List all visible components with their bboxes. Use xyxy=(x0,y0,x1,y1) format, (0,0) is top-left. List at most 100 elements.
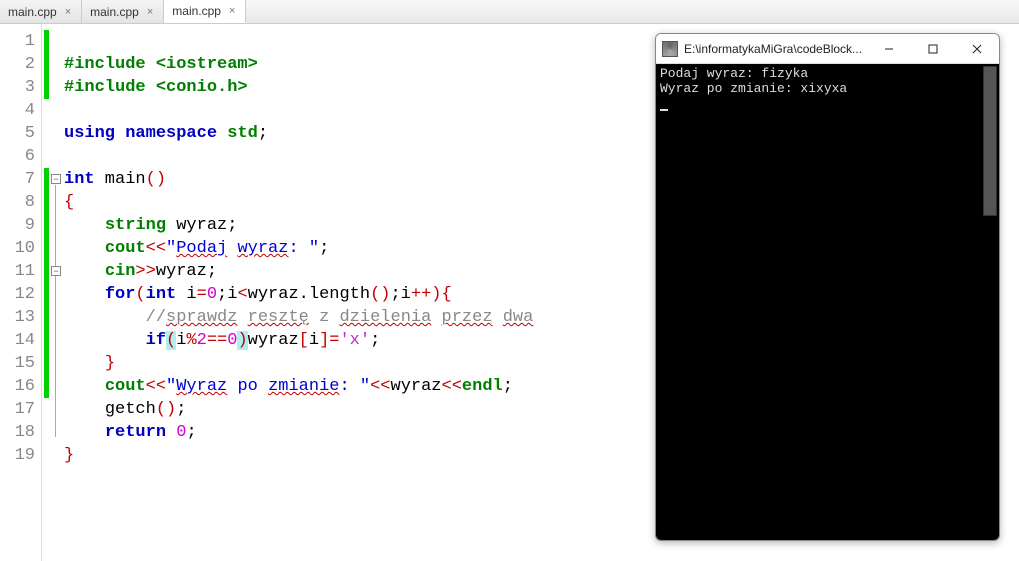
line-number: 12 xyxy=(0,283,35,306)
code-text: ; xyxy=(319,239,329,258)
line-number: 2 xyxy=(0,53,35,76)
code-text: [ xyxy=(299,331,309,350)
code-text: = xyxy=(197,285,207,304)
code-text: return xyxy=(105,423,166,442)
code-text: z xyxy=(309,308,340,327)
line-number: 14 xyxy=(0,329,35,352)
code-text: main xyxy=(95,170,146,189)
code-text: sprawdz xyxy=(166,308,237,327)
line-number: 17 xyxy=(0,398,35,421)
code-text: namespace xyxy=(125,124,217,143)
console-titlebar[interactable]: E:\informatykaMiGra\codeBlock... xyxy=(656,34,999,64)
code-text: = xyxy=(329,331,339,350)
code-text xyxy=(493,308,503,327)
line-number: 7 xyxy=(0,168,35,191)
scrollbar[interactable] xyxy=(983,66,997,216)
code-text: } xyxy=(105,354,115,373)
code-text: ( xyxy=(166,331,176,350)
code-text: ;i xyxy=(390,285,410,304)
code-text: " xyxy=(166,239,176,258)
code-text: ) xyxy=(431,285,441,304)
code-text: 0 xyxy=(207,285,217,304)
code-text: 2 xyxy=(197,331,207,350)
console-output[interactable]: Podaj wyraz: fizykaWyraz po zmianie: xix… xyxy=(656,64,999,540)
code-text: i xyxy=(309,331,319,350)
line-number: 16 xyxy=(0,375,35,398)
fold-guide xyxy=(55,185,56,437)
code-text: ;i xyxy=(217,285,237,304)
line-number: 4 xyxy=(0,99,35,122)
tab-main-cpp-1[interactable]: main.cpp × xyxy=(0,0,82,23)
tab-main-cpp-3[interactable]: main.cpp × xyxy=(164,0,246,23)
fold-toggle[interactable]: − xyxy=(51,174,61,184)
code-text: int xyxy=(64,170,95,189)
close-icon xyxy=(972,44,982,54)
console-line: Wyraz po zmianie: xixyxa xyxy=(660,81,995,96)
maximize-button[interactable] xyxy=(911,34,955,64)
code-text: () xyxy=(156,400,176,419)
code-text: std xyxy=(227,124,258,143)
code-text: ) xyxy=(237,331,247,350)
minimize-icon xyxy=(884,44,894,54)
code-text: wyraz; xyxy=(156,262,217,281)
code-text xyxy=(227,239,237,258)
close-button[interactable] xyxy=(955,34,999,64)
code-text: == xyxy=(207,331,227,350)
change-marker xyxy=(44,168,49,398)
code-text: ; xyxy=(370,331,380,350)
maximize-icon xyxy=(928,44,938,54)
code-text: ( xyxy=(135,285,145,304)
line-number: 11 xyxy=(0,260,35,283)
code-text: #include <iostream> xyxy=(64,55,258,74)
code-text: >> xyxy=(135,262,155,281)
code-text: ++ xyxy=(411,285,431,304)
code-text: cout xyxy=(105,239,146,258)
line-number: 1 xyxy=(0,30,35,53)
code-text: : " xyxy=(339,377,370,396)
code-text: 0 xyxy=(227,331,237,350)
code-text: { xyxy=(442,285,452,304)
minimize-button[interactable] xyxy=(867,34,911,64)
tab-main-cpp-2[interactable]: main.cpp × xyxy=(82,0,164,23)
code-text: 'x' xyxy=(339,331,370,350)
code-text: Podaj xyxy=(176,239,227,258)
code-text: using xyxy=(64,124,115,143)
code-text: ; xyxy=(258,124,268,143)
line-number: 19 xyxy=(0,444,35,467)
close-icon[interactable]: × xyxy=(63,6,73,18)
code-text: for xyxy=(105,285,136,304)
line-gutter: 1 2 3 4 5 6 7 8 9 10 11 12 13 14 15 16 1… xyxy=(0,24,42,561)
console-window: E:\informatykaMiGra\codeBlock... Podaj w… xyxy=(655,33,1000,541)
code-text: () xyxy=(370,285,390,304)
line-number: 10 xyxy=(0,237,35,260)
code-text xyxy=(237,308,247,327)
code-text: { xyxy=(64,193,74,212)
app-icon xyxy=(662,41,678,57)
code-text: cout xyxy=(105,377,146,396)
line-number: 18 xyxy=(0,421,35,444)
code-text: po xyxy=(227,377,268,396)
code-text: ; xyxy=(176,400,186,419)
code-text: zmianie xyxy=(268,377,339,396)
code-text xyxy=(166,423,176,442)
line-number: 13 xyxy=(0,306,35,329)
change-marker xyxy=(44,30,49,99)
code-text: przez xyxy=(442,308,493,327)
tab-label: main.cpp xyxy=(90,5,139,19)
code-text: resztę xyxy=(248,308,309,327)
line-number: 5 xyxy=(0,122,35,145)
fold-toggle[interactable]: − xyxy=(51,266,61,276)
close-icon[interactable]: × xyxy=(227,5,237,17)
code-text: wyraz xyxy=(391,377,442,396)
code-text: wyraz; xyxy=(166,216,237,235)
code-text: getch xyxy=(105,400,156,419)
code-text: < xyxy=(237,285,247,304)
code-text: if xyxy=(146,331,166,350)
cursor-icon xyxy=(660,109,668,111)
code-text: cin xyxy=(105,262,136,281)
code-text: 0 xyxy=(176,423,186,442)
line-number: 15 xyxy=(0,352,35,375)
code-text: ] xyxy=(319,331,329,350)
code-text: i xyxy=(176,285,196,304)
close-icon[interactable]: × xyxy=(145,6,155,18)
